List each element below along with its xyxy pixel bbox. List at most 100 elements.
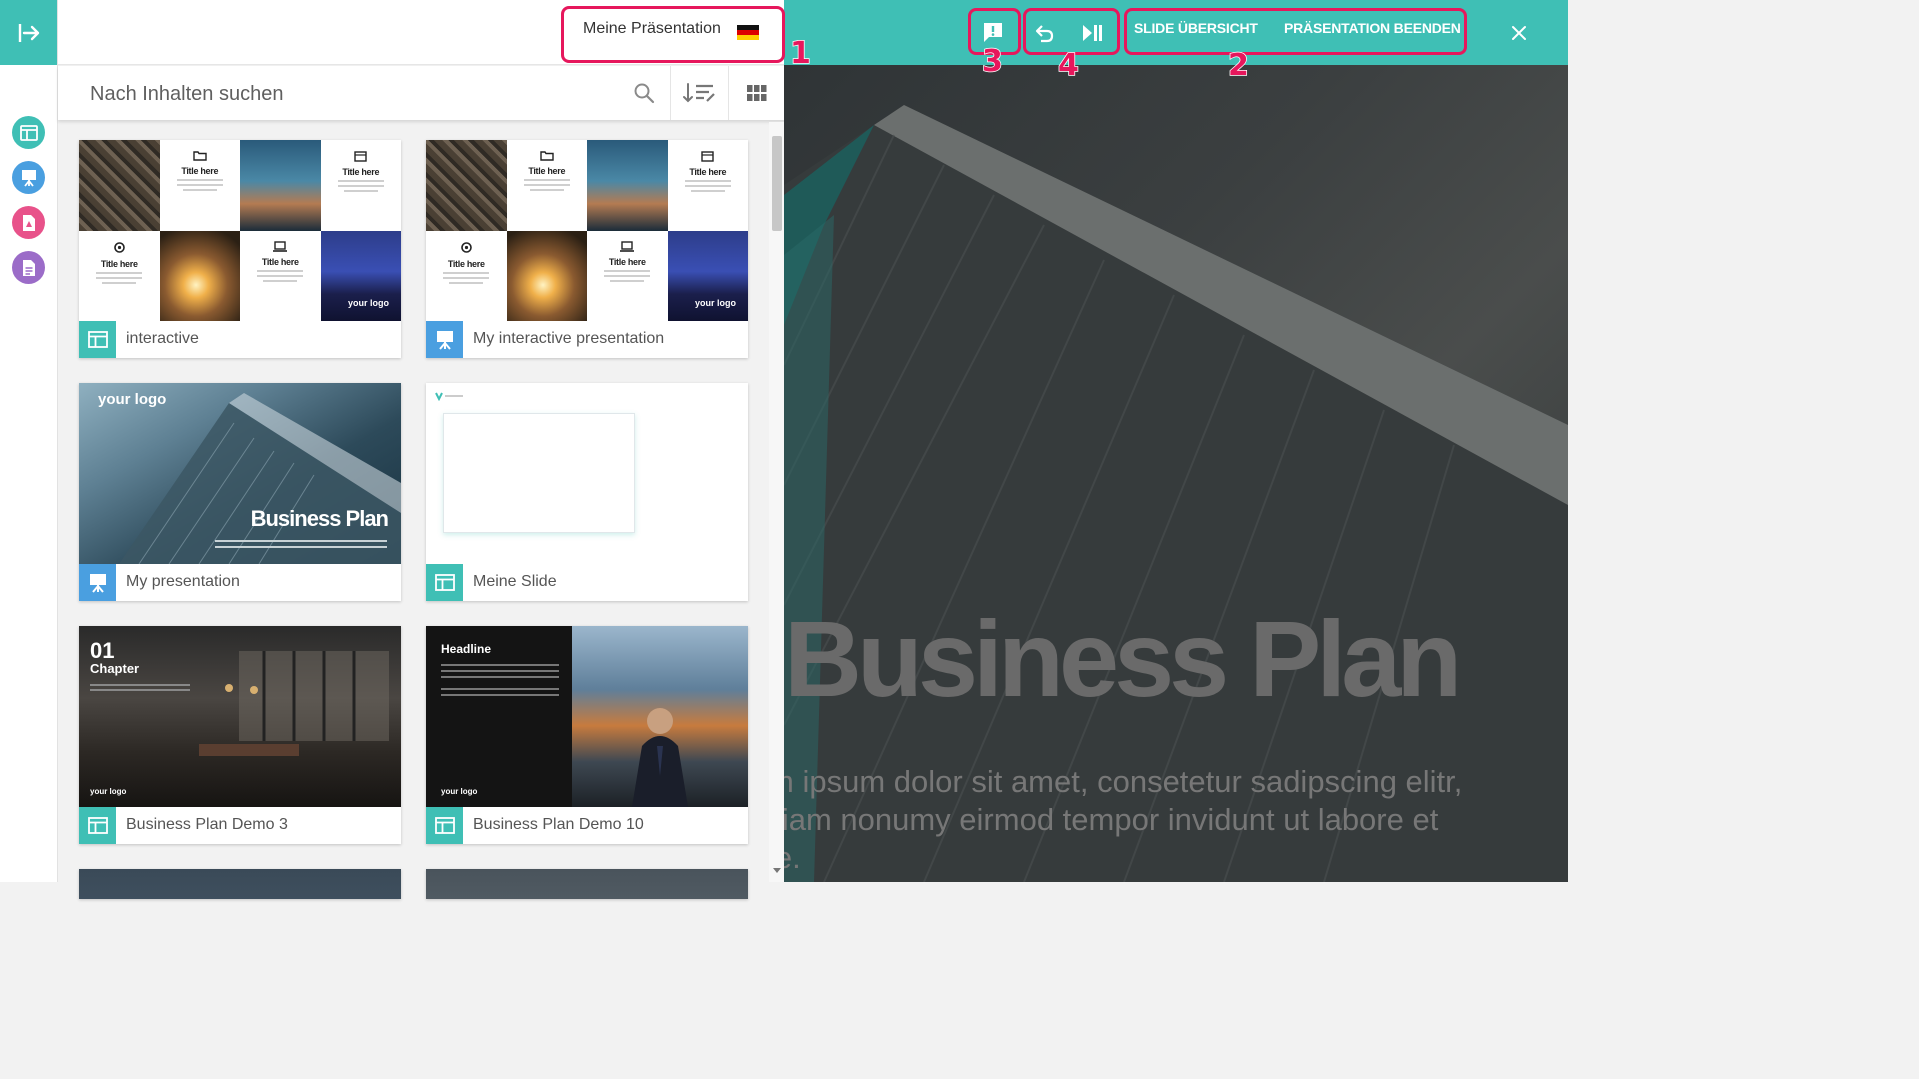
- divider: [728, 66, 729, 120]
- library-card[interactable]: Headline your logo Business Plan Demo 10: [426, 626, 748, 844]
- sort-button[interactable]: [682, 80, 718, 106]
- library-panel: Meine Präsentation Nach Inhalten suchen …: [57, 0, 785, 899]
- card-thumbnail: Headline your logo: [426, 626, 748, 807]
- card-thumbnail: 01 Chapter your logo: [79, 626, 401, 807]
- thumb-chapter: Chapter: [90, 661, 140, 676]
- card-thumbnail: Title here Title here Title here Title h…: [79, 140, 401, 321]
- card-footer: My interactive presentation: [426, 321, 748, 358]
- annotation-number: 4: [1057, 47, 1079, 84]
- card-label: Business Plan Demo 10: [473, 816, 644, 833]
- slide-layout-icon: [19, 124, 38, 141]
- photo-tile: [426, 140, 507, 231]
- annotation-number: 1: [789, 35, 811, 72]
- slide-layout-icon: [434, 574, 455, 591]
- card-type-badge: [79, 321, 116, 358]
- photo-tile: [240, 140, 321, 231]
- text-tile: Title here: [240, 230, 321, 321]
- photo-tile: your logo: [320, 230, 401, 321]
- text-tile: Title here: [667, 140, 748, 231]
- search-icon: [634, 83, 655, 104]
- text-tile: Title here: [159, 140, 240, 231]
- calendar-icon: [701, 151, 714, 162]
- close-icon: [1512, 26, 1526, 40]
- thumb-text-line: [441, 676, 559, 678]
- placeholder-box: [443, 413, 635, 533]
- folder-icon: [540, 151, 554, 161]
- scroll-down-icon[interactable]: [773, 868, 781, 874]
- card-type-badge: [79, 807, 116, 844]
- text-tile: Title here: [506, 140, 587, 231]
- text-tile: Title here: [79, 230, 160, 321]
- thumb-logo: your logo: [90, 787, 127, 796]
- photo-tile: [159, 230, 240, 321]
- rail-presentations-button[interactable]: [12, 161, 45, 194]
- thumb-text-line: [90, 689, 190, 691]
- scrollbar-thumb[interactable]: [772, 136, 782, 231]
- library-card[interactable]: 01 Chapter your logo Business Plan Demo …: [79, 626, 401, 844]
- card-thumbnail: Title here Title here Title here Title h…: [426, 140, 748, 321]
- building-graphic: [119, 393, 401, 564]
- slide-layout-icon: [434, 817, 455, 834]
- library-card[interactable]: Title here Title here Title here Title h…: [426, 140, 748, 358]
- card-type-badge: [426, 807, 463, 844]
- highlight-box: [561, 6, 785, 63]
- photo-tile: your logo: [667, 230, 748, 321]
- text-tile: Title here: [320, 140, 401, 231]
- annotation-number: 2: [1227, 47, 1249, 84]
- gear-icon: [460, 241, 472, 253]
- divider: [670, 66, 671, 120]
- thumb-text-line: [441, 670, 559, 672]
- library-card[interactable]: Title here Title here Title here Title h…: [79, 140, 401, 358]
- card-type-badge: [79, 564, 116, 601]
- library-card[interactable]: your logo Business Plan My presentation: [79, 383, 401, 601]
- presentation-board-icon: [89, 573, 106, 593]
- text-tile: Title here: [587, 230, 668, 321]
- grid-view-icon: [747, 85, 767, 101]
- thumb-text-line: [441, 688, 559, 690]
- slide-title: Business Plan: [784, 598, 1462, 719]
- rail-slides-button[interactable]: [12, 116, 45, 149]
- businessman-graphic: [632, 708, 688, 807]
- card-footer: My presentation: [79, 564, 401, 601]
- library-card[interactable]: Meine Slide: [426, 383, 748, 601]
- card-type-badge: [426, 321, 463, 358]
- office-graphic: [199, 651, 389, 756]
- card-label: My presentation: [126, 573, 240, 590]
- thumb-logo: your logo: [98, 391, 167, 408]
- laptop-icon: [620, 240, 635, 252]
- laptop-icon: [273, 240, 288, 252]
- scrollbar[interactable]: [769, 122, 785, 882]
- thumb-text-line: [215, 540, 387, 542]
- card-label: My interactive presentation: [473, 330, 665, 347]
- folder-icon: [193, 151, 207, 161]
- thumb-text-line: [441, 694, 559, 696]
- search-input[interactable]: [88, 76, 632, 112]
- library-card[interactable]: [79, 869, 401, 899]
- card-type-badge: [426, 564, 463, 601]
- rail-pdf-button[interactable]: [12, 206, 45, 239]
- card-footer: Business Plan Demo 3: [79, 807, 401, 844]
- text-tile: Title here: [426, 230, 507, 321]
- thumb-headline: Headline: [441, 642, 492, 656]
- card-label: Business Plan Demo 3: [126, 816, 288, 833]
- thumb-title: Business Plan: [250, 506, 389, 531]
- collapse-sidebar-button[interactable]: [0, 0, 57, 65]
- search-button[interactable]: [631, 80, 657, 106]
- card-footer: Meine Slide: [426, 564, 748, 601]
- card-label: Meine Slide: [473, 573, 557, 590]
- slide-layout-icon: [87, 817, 108, 834]
- grid-view-button[interactable]: [744, 80, 770, 106]
- library-card[interactable]: [426, 869, 748, 899]
- card-footer: Business Plan Demo 10: [426, 807, 748, 844]
- card-label: interactive: [126, 330, 199, 347]
- thumb-text-line: [441, 664, 559, 666]
- card-thumbnail: [426, 383, 748, 564]
- highlight-box: [1124, 8, 1467, 55]
- photo-tile: [587, 140, 668, 231]
- card-footer: interactive: [79, 321, 401, 358]
- photo-tile: [506, 230, 587, 321]
- collapse-arrow-icon: [18, 23, 39, 42]
- close-button[interactable]: [1511, 25, 1527, 41]
- rail-documents-button[interactable]: [12, 251, 45, 284]
- pdf-file-icon: [22, 214, 35, 231]
